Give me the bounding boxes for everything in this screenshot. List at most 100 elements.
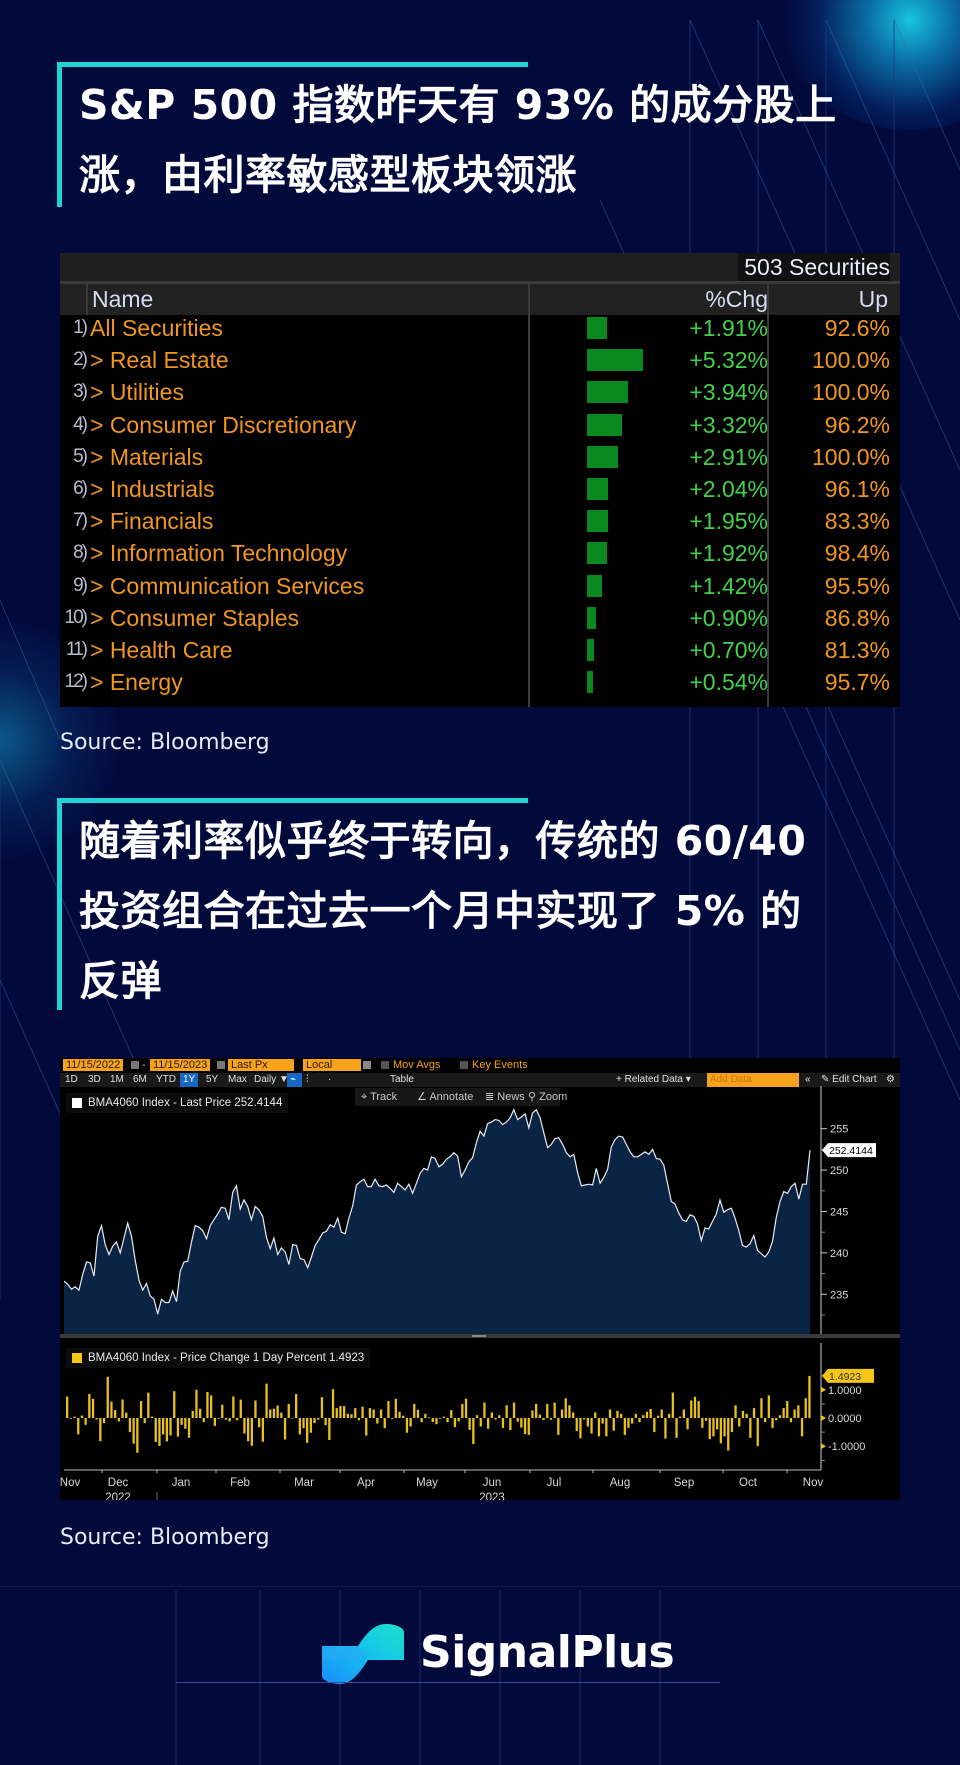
table-row[interactable]: 3) > Utilities +3.94% 100.0% [60, 376, 900, 408]
x-tick-label: Aug [610, 1477, 630, 1489]
change-bar [136, 1418, 139, 1453]
sector-name[interactable]: > Consumer Discretionary [90, 409, 357, 441]
pct-change: +1.92% [689, 540, 768, 567]
change-bar [479, 1418, 482, 1427]
section2-title-line: 随着利率似乎终于转向，传统的 60/40 [79, 817, 807, 865]
change-bar [531, 1410, 534, 1418]
change-bar [764, 1418, 767, 1423]
change-bar [741, 1410, 745, 1418]
sector-name[interactable]: > Financials [90, 505, 213, 537]
change-bar [587, 317, 608, 339]
change-bar [309, 1418, 312, 1433]
change-bar [295, 1394, 298, 1418]
change-bar [276, 1405, 279, 1418]
change-bar [546, 1403, 549, 1418]
change-bar [427, 1417, 431, 1419]
table-row[interactable]: 2) > Real Estate +5.32% 100.0% [60, 344, 900, 376]
sector-name[interactable]: > Industrials [90, 473, 215, 505]
change-bar [254, 1400, 257, 1418]
x-tick-label: Feb [230, 1477, 250, 1489]
sector-name[interactable]: > Health Care [90, 634, 233, 666]
table-row[interactable]: 1) All Securities +1.91% 92.6% [60, 312, 900, 344]
change-bar [150, 1416, 154, 1418]
sector-name[interactable]: > Energy [90, 666, 183, 698]
change-bar [793, 1409, 796, 1418]
change-bar [258, 1418, 261, 1428]
change-bar [261, 1418, 264, 1442]
column-header-name[interactable]: Name [92, 284, 153, 315]
change-bar [239, 1399, 242, 1418]
row-number: 1) [73, 317, 88, 338]
change-bar [117, 1418, 120, 1422]
sector-name[interactable]: > Materials [90, 441, 203, 473]
change-bar [402, 1415, 405, 1418]
row-number: 6) [73, 478, 88, 499]
table-row[interactable]: 7) > Financials +1.95% 83.3% [60, 505, 900, 537]
change-bar [727, 1418, 730, 1451]
change-bar [808, 1375, 811, 1418]
change-bar [346, 1413, 349, 1418]
change-bar [306, 1418, 309, 1443]
price-y-tick-label: 240 [830, 1248, 848, 1260]
row-number: 2) [73, 349, 88, 371]
change-y-tick [821, 1443, 826, 1450]
change-bar [110, 1401, 113, 1418]
sector-name[interactable]: All Securities [90, 312, 223, 344]
table-row[interactable]: 12) > Energy +0.54% 95.7% [60, 666, 900, 698]
change-bar [594, 1412, 597, 1418]
change-bar [173, 1391, 176, 1418]
change-bar [132, 1418, 135, 1444]
change-bar [664, 1418, 667, 1439]
change-bar [712, 1418, 715, 1437]
change-bar [372, 1409, 375, 1418]
change-y-tick [821, 1386, 826, 1393]
table-row[interactable]: 5) > Materials +2.91% 100.0% [60, 441, 900, 473]
pct-up: 100.0% [811, 443, 890, 470]
table-row[interactable]: 4) > Consumer Discretionary +3.32% 96.2% [60, 409, 900, 441]
change-bar [575, 1418, 578, 1431]
change-bar [154, 1418, 157, 1442]
x-year-label: 2022 [105, 1492, 131, 1500]
change-bar [324, 1418, 327, 1426]
change-bar [343, 1406, 346, 1418]
price-y-tick-label: 255 [830, 1124, 848, 1136]
change-bar [538, 1414, 541, 1418]
section1-title-box: S&P 500 指数昨天有 93% 的成分股上 涨，由利率敏感型板块领涨 [57, 62, 917, 207]
section1-title-line: 涨，由利率敏感型板块领涨 [79, 151, 577, 199]
pct-up: 86.8% [824, 604, 890, 631]
x-tick-label: May [416, 1477, 438, 1489]
footer-divider [176, 1682, 720, 1683]
table-row[interactable]: 8) > Information Technology +1.92% 98.4% [60, 537, 900, 569]
table-summary-bar: 503 Securities [60, 253, 900, 284]
sector-name[interactable]: > Consumer Staples [90, 602, 299, 634]
change-bar [586, 1418, 589, 1427]
table-row[interactable]: 9) > Communication Services +1.42% 95.5% [60, 570, 900, 602]
change-bar [128, 1418, 132, 1433]
change-bar [398, 1411, 401, 1418]
change-bar [331, 1389, 335, 1418]
change-bar [69, 1418, 72, 1419]
sector-name[interactable]: > Utilities [90, 376, 184, 408]
change-bar [265, 1383, 268, 1418]
sector-name[interactable]: > Communication Services [90, 570, 364, 602]
change-bar [671, 1392, 674, 1418]
row-number: 4) [73, 413, 88, 435]
x-tick-label: Apr [357, 1477, 375, 1489]
change-bar [494, 1418, 497, 1420]
table-row[interactable]: 10) > Consumer Staples +0.90% 86.8% [60, 602, 900, 634]
change-bar [206, 1392, 209, 1418]
change-bar [202, 1418, 205, 1422]
change-bar [453, 1418, 457, 1427]
table-row[interactable]: 11) > Health Care +0.70% 81.3% [60, 634, 900, 666]
change-bar [535, 1403, 538, 1418]
price-chart-svg[interactable]: 235 240 245 250 255 252.4144 -1.0000 0.0000 1.00… [60, 1058, 900, 1500]
column-header-chg[interactable]: %Chg [705, 284, 768, 315]
change-y-tick [821, 1415, 826, 1421]
sector-name[interactable]: > Real Estate [90, 344, 229, 376]
source-caption: Source: Bloomberg [60, 1525, 270, 1550]
sector-name[interactable]: > Information Technology [90, 537, 347, 569]
table-row[interactable]: 6) > Industrials +2.04% 96.1% [60, 473, 900, 505]
change-bar [88, 1394, 91, 1418]
column-header-up[interactable]: Up [859, 284, 888, 315]
change-bar [195, 1389, 198, 1418]
